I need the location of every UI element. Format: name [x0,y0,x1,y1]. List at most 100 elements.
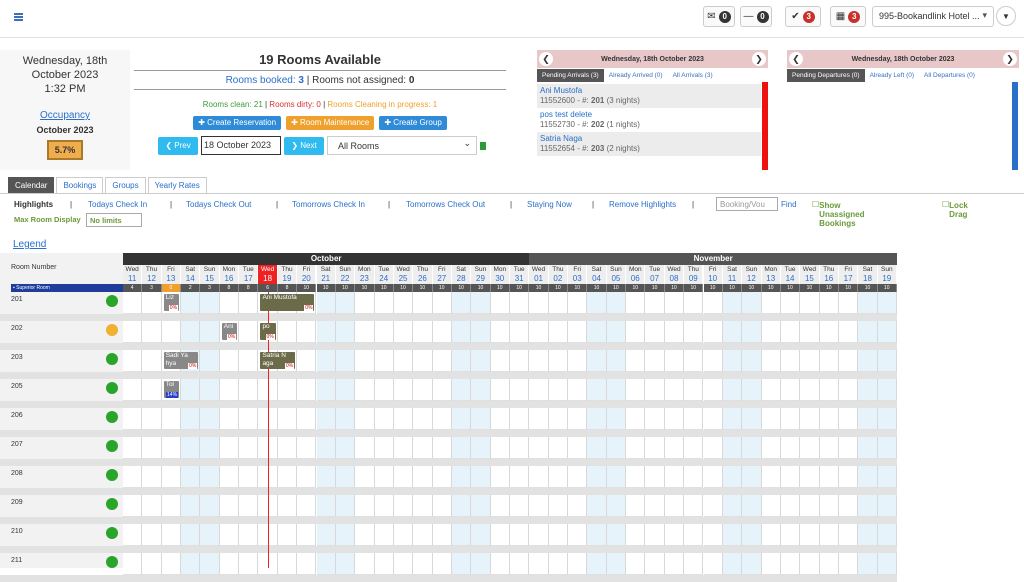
calendar-cell[interactable] [510,408,530,430]
calendar-cell[interactable] [645,553,665,575]
calendar-cell[interactable] [413,350,433,372]
calendar-cell[interactable] [200,379,220,401]
calendar-cell[interactable] [219,408,240,430]
room-status-icon[interactable] [106,527,118,539]
calendar-cell[interactable] [587,350,607,372]
calendar-cell[interactable] [123,553,143,575]
calendar-cell[interactable] [664,495,685,517]
calendar-cell[interactable] [200,321,220,343]
tab-already-arrived[interactable]: Already Arrived (0) [604,69,668,82]
calendar-cell[interactable] [200,350,220,372]
calendar-cell[interactable] [200,437,220,459]
calendar-cell[interactable] [742,466,762,488]
calendar-cell[interactable] [587,408,607,430]
highlight-tomorrows-checkout[interactable]: Tomorrows Check Out [406,200,485,209]
room-status-icon[interactable] [106,556,118,568]
calendar-cell[interactable] [858,553,878,575]
calendar-cell[interactable] [393,408,414,430]
calendar-cell[interactable] [626,321,646,343]
arrivals-next-icon[interactable]: ❯ [752,52,766,66]
calendar-cell[interactable] [819,379,839,401]
prev-button[interactable]: ❮ Prev [158,136,198,155]
calendar-cell[interactable] [800,553,820,575]
calendar-cell[interactable] [161,495,182,517]
calendar-cell[interactable] [761,292,781,314]
calendar-cell[interactable] [645,321,665,343]
calendar-cell[interactable] [316,321,336,343]
calendar-cell[interactable] [277,466,298,488]
calendar-cell[interactable] [664,466,685,488]
booking-block[interactable]: Ani 0% [221,323,238,340]
calendar-cell[interactable] [838,350,859,372]
lock-drag-checkbox[interactable]: ☐ Lock Drag [942,200,968,219]
checkins-button[interactable]: ✔ 3 [785,6,821,27]
calendar-cell[interactable] [606,524,627,546]
calendar-cell[interactable] [780,437,801,459]
calendar-cell[interactable] [510,350,530,372]
calendar-cell[interactable] [161,321,182,343]
calendar-cell[interactable] [374,292,394,314]
calendar-cell[interactable] [548,524,569,546]
create-reservation-button[interactable]: ✚ Create Reservation [193,116,282,130]
calendar-cell[interactable] [123,321,143,343]
calendar-cell[interactable] [316,524,336,546]
calendar-cell[interactable] [684,437,704,459]
calendar-cell[interactable] [161,408,182,430]
calendar-cell[interactable] [316,466,336,488]
calendar-cell[interactable] [703,553,723,575]
calendar-cell[interactable] [722,466,743,488]
calendar-cell[interactable] [858,321,878,343]
calendar-cell[interactable] [877,350,897,372]
calendar-cell[interactable] [684,524,704,546]
calendar-cell[interactable] [239,437,259,459]
calendar-cell[interactable] [722,350,743,372]
calendar-cell[interactable] [510,379,530,401]
calendar-cell[interactable] [626,466,646,488]
calendar-cell[interactable] [393,379,414,401]
calendar-cell[interactable] [645,379,665,401]
calendar-cell[interactable] [568,466,588,488]
calendar-cell[interactable] [877,553,897,575]
max-room-select[interactable]: No limits [86,213,142,227]
calendar-cell[interactable] [606,466,627,488]
calendar-cell[interactable] [838,466,859,488]
calendar-cell[interactable] [335,408,356,430]
calendar-cell[interactable] [471,350,491,372]
calendar-cell[interactable] [393,466,414,488]
calendar-cell[interactable] [335,292,356,314]
calendar-cell[interactable] [684,408,704,430]
calendar-cell[interactable] [568,408,588,430]
calendar-cell[interactable] [432,437,452,459]
occupancy-link[interactable]: Occupancy [0,110,130,121]
calendar-cell[interactable] [548,379,569,401]
tab-bookings[interactable]: Bookings [56,177,104,194]
calendar-cell[interactable] [722,408,743,430]
calendar-cell[interactable] [355,350,375,372]
calendar-cell[interactable] [800,495,820,517]
room-status-icon[interactable] [106,382,118,394]
calendar-cell[interactable] [297,553,317,575]
calendar-cell[interactable] [471,292,491,314]
calendar-cell[interactable] [780,350,801,372]
calendar-cell[interactable] [142,321,162,343]
calendar-cell[interactable] [142,350,162,372]
calendar-cell[interactable] [780,321,801,343]
arrival-item[interactable]: Satria Naga 11552654 - #: 203 (2 nights) [537,132,761,156]
calendar-cell[interactable] [374,524,394,546]
calendar-cell[interactable] [161,524,182,546]
calendar-cell[interactable] [780,495,801,517]
calendar-count-button[interactable]: ▦ 3 [830,6,866,27]
calendar-cell[interactable] [239,553,259,575]
calendar-cell[interactable] [316,495,336,517]
calendar-cell[interactable] [780,408,801,430]
calendar-cell[interactable] [742,350,762,372]
highlight-tomorrows-checkin[interactable]: Tomorrows Check In [292,200,365,209]
calendar-cell[interactable] [606,408,627,430]
calendar-cell[interactable] [703,437,723,459]
calendar-cell[interactable] [645,495,665,517]
calendar-cell[interactable] [510,321,530,343]
calendar-cell[interactable] [664,408,685,430]
calendar-cell[interactable] [761,466,781,488]
calendar-cell[interactable] [142,553,162,575]
calendar-cell[interactable] [606,437,627,459]
